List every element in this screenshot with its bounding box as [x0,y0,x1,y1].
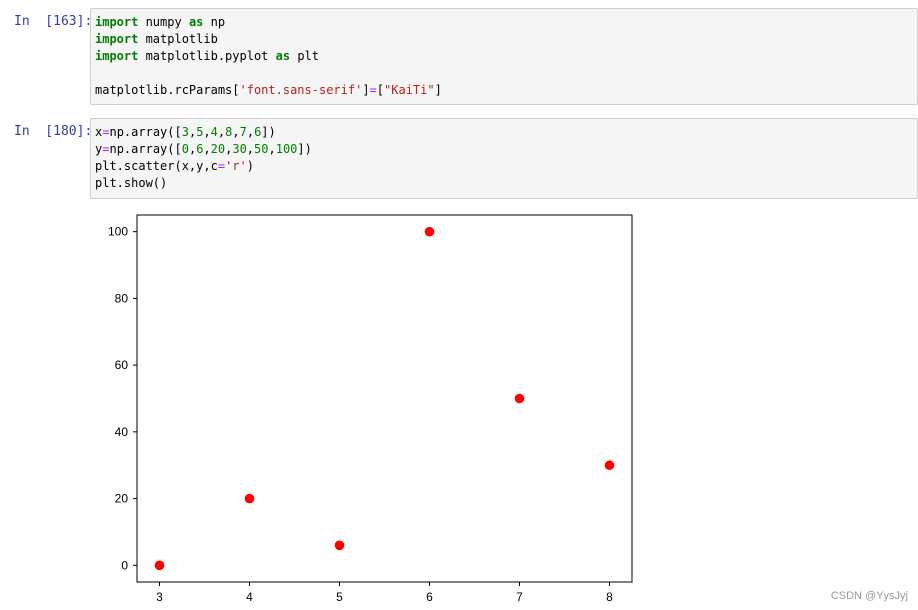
code-token: np.array([ [109,142,182,156]
code-line: import matplotlib.pyplot as plt [95,48,913,65]
code-token: np [203,15,226,29]
code-token: 50 [254,142,269,156]
code-token: 20 [210,142,226,156]
code-token: ) [246,159,254,173]
x-tick-label: 6 [426,590,433,604]
code-line: import numpy as np [95,14,913,31]
code-token: , [232,125,240,139]
code-line: matplotlib.rcParams['font.sans-serif']=[… [95,82,913,99]
code-token: = [369,83,377,97]
code-line: plt.scatter(x,y,c='r') [95,158,913,175]
code-token: [ [376,83,385,97]
code-token: as [275,49,291,63]
code-input[interactable]: import numpy as np import matplotlib impor… [90,8,918,105]
cell-prompt: In [163]: [14,14,93,29]
code-token: plt [290,49,319,63]
code-line: y=np.array([0,6,20,30,50,100]) [95,141,913,158]
x-tick-label: 4 [246,590,253,604]
code-token: plt.show() [95,176,168,190]
code-token: ] [434,83,442,97]
plot-axes-frame [136,214,633,583]
code-token: 3 [181,125,189,139]
x-tick-label: 8 [606,590,613,604]
code-token: 30 [232,142,247,156]
scatter-point [424,226,435,237]
x-tick-label: 5 [336,590,343,604]
code-token: , [203,142,211,156]
code-token: matplotlib.pyplot [138,49,276,63]
code-token: ]) [261,125,276,139]
code-token: import [95,49,139,63]
scatter-point [514,393,525,404]
x-tick-label: 3 [156,590,163,604]
code-lines: x=np.array([3,5,4,8,7,6]) y=np.array([0,6… [95,124,913,192]
code-token: import [95,32,139,46]
code-token: 4 [210,125,218,139]
code-token: plt.scatter(x,y,c [95,159,218,173]
code-token: 'r' [225,159,247,173]
code-token: 0 [181,142,189,156]
code-line: plt.show() [95,175,913,192]
code-token: matplotlib [138,32,218,46]
code-token: matplotlib.rcParams[ [95,83,240,97]
scatter-point [604,460,615,471]
cell-prompt: In [180]: [14,124,93,139]
y-tick-label: 60 [115,358,129,372]
y-tick-label: 80 [115,291,129,305]
code-line: import matplotlib [95,31,913,48]
code-token: as [188,15,204,29]
code-lines: import numpy as np import matplotlib impor… [95,14,913,99]
code-token: 7 [239,125,247,139]
watermark: CSDN @YysJyj [830,590,908,602]
scatter-point [244,493,255,504]
scatter-plot-output: 3 4 5 6 7 8020406080100 [108,214,633,604]
y-tick-label: 20 [115,492,129,506]
code-token: "KaiTi" [384,83,435,97]
y-tick-label: 100 [108,225,128,239]
code-token: 'font.sans-serif' [239,83,363,97]
code-token: , [268,142,276,156]
y-tick-label: 0 [121,558,128,572]
scatter-point [154,560,165,571]
code-token: 100 [275,142,298,156]
code-token: , [203,125,211,139]
x-tick-label: 7 [516,590,523,604]
code-token: ] [362,83,370,97]
y-tick-label: 40 [115,425,129,439]
code-token: , [246,142,255,156]
code-input[interactable]: x=np.array([3,5,4,8,7,6]) y=np.array([0,6… [90,118,918,199]
code-token: import [95,15,139,29]
code-token: numpy [138,15,189,29]
code-token: , [246,125,255,139]
code-token: np.array([ [109,125,182,139]
scatter-point [334,540,345,551]
code-line: x=np.array([3,5,4,8,7,6]) [95,124,913,141]
code-token: = [217,159,226,173]
code-token: ]) [297,142,312,156]
